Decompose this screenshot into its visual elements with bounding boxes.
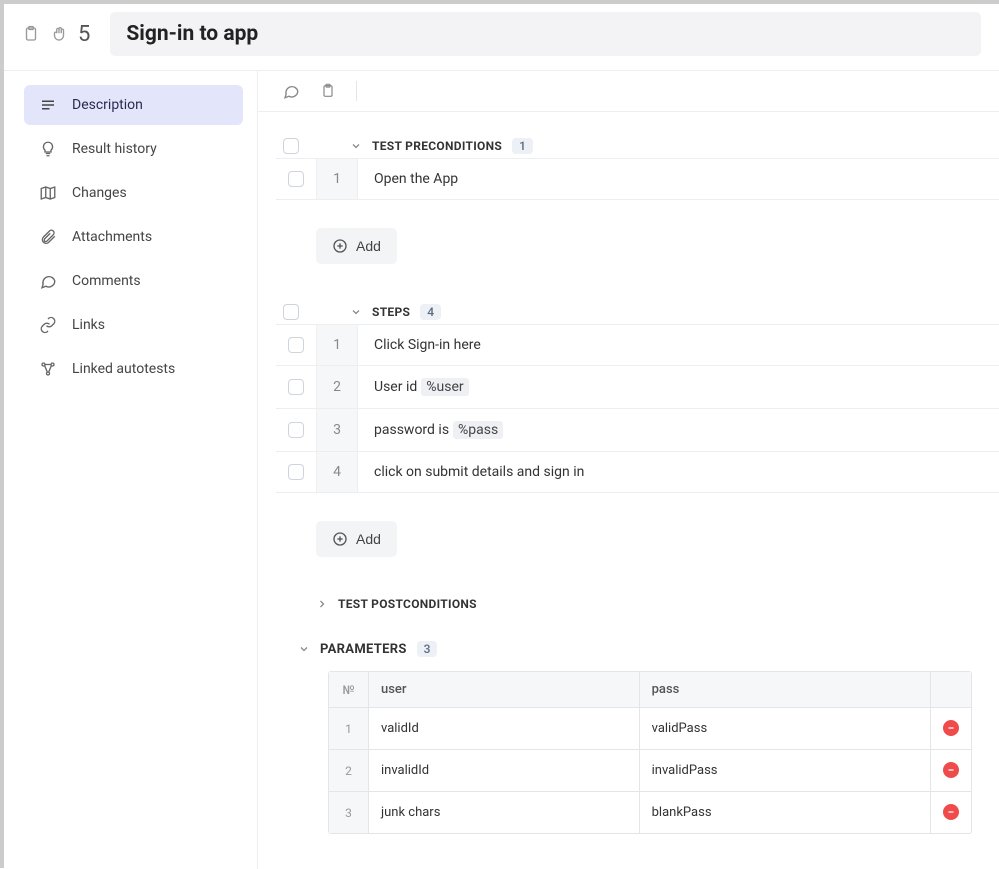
step-checkbox[interactable] [288, 171, 304, 187]
step-text: Click Sign-in here [358, 325, 999, 365]
row-num: 3 [329, 792, 369, 833]
row-pass[interactable]: invalidPass [640, 750, 931, 792]
col-pass[interactable]: pass [640, 672, 931, 708]
parameters-header: PARAMETERS 3 [298, 637, 999, 661]
add-label: Add [356, 531, 381, 547]
bulb-icon [38, 139, 58, 159]
step-checkbox[interactable] [288, 464, 304, 480]
step-row[interactable]: 2User id%user [276, 365, 999, 408]
row-user[interactable]: invalidId [369, 750, 640, 792]
clipboard-tab-icon[interactable] [320, 82, 336, 100]
parameters-title: PARAMETERS [320, 642, 407, 657]
graph-icon [38, 359, 58, 379]
chat-icon [38, 271, 58, 291]
toolbar-separator [356, 81, 357, 101]
add-label: Add [356, 238, 381, 254]
row-user[interactable]: validId [369, 708, 640, 750]
step-text: User id%user [358, 366, 999, 408]
steps-header: STEPS 4 [276, 300, 999, 324]
paperclip-icon [38, 227, 58, 247]
sidebar-item-description[interactable]: Description [24, 85, 243, 125]
row-user[interactable]: junk chars [369, 792, 640, 833]
map-icon [38, 183, 58, 203]
postconditions-title: TEST POSTCONDITIONS [338, 597, 477, 611]
sidebar-item-result-history[interactable]: Result history [24, 129, 243, 169]
sidebar: Description Result history Changes Attac… [4, 71, 258, 869]
step-number: 1 [316, 325, 358, 365]
sidebar-item-changes[interactable]: Changes [24, 173, 243, 213]
step-checkbox[interactable] [288, 379, 304, 395]
step-checkbox[interactable] [288, 337, 304, 353]
parameter-row[interactable]: 2invalidIdinvalidPass [329, 750, 971, 792]
row-pass[interactable]: blankPass [640, 792, 931, 833]
comment-tab-icon[interactable] [282, 82, 300, 100]
sidebar-item-label: Linked autotests [72, 361, 175, 377]
parameter-chip: %pass [453, 421, 503, 439]
row-pass[interactable]: validPass [640, 708, 931, 750]
sidebar-item-linked-autotests[interactable]: Linked autotests [24, 349, 243, 389]
col-action [931, 672, 971, 708]
row-num: 2 [329, 750, 369, 792]
plus-circle-icon [332, 531, 348, 547]
title-bar[interactable]: Sign-in to app [110, 12, 981, 56]
sidebar-item-links[interactable]: Links [24, 305, 243, 345]
step-number: 2 [316, 366, 358, 408]
sidebar-item-label: Description [72, 97, 143, 113]
parameter-chip: %user [421, 378, 468, 396]
step-text: click on submit details and sign in [358, 452, 999, 492]
col-num: № [329, 672, 369, 708]
step-row[interactable]: 4click on submit details and sign in [276, 451, 999, 493]
chevron-down-icon[interactable] [350, 306, 362, 318]
add-step-button[interactable]: Add [316, 521, 397, 557]
preconditions-count: 1 [512, 138, 533, 154]
hand-icon [50, 25, 68, 43]
parameter-row[interactable]: 1validIdvalidPass [329, 708, 971, 750]
sidebar-item-comments[interactable]: Comments [24, 261, 243, 301]
remove-row-button[interactable] [943, 720, 959, 736]
add-precondition-button[interactable]: Add [316, 228, 397, 264]
step-text: password is %pass [358, 409, 999, 451]
header: 5 Sign-in to app [4, 4, 999, 64]
steps-count: 4 [420, 304, 441, 320]
step-checkbox[interactable] [288, 422, 304, 438]
remove-row-button[interactable] [943, 762, 959, 778]
preconditions-checkbox[interactable] [283, 138, 299, 154]
page-title: Sign-in to app [126, 22, 965, 46]
steps-checkbox[interactable] [283, 304, 299, 320]
chain-icon [38, 315, 58, 335]
step-number: 1 [316, 159, 358, 199]
step-row[interactable]: 3password is %pass [276, 408, 999, 451]
plus-circle-icon [332, 238, 348, 254]
sidebar-item-label: Attachments [72, 229, 152, 245]
sidebar-item-label: Comments [72, 273, 141, 289]
step-number: 3 [316, 409, 358, 451]
header-icons: 5 [22, 22, 90, 47]
sidebar-item-label: Result history [72, 141, 157, 157]
sidebar-item-label: Links [72, 317, 105, 333]
chevron-right-icon[interactable] [316, 598, 328, 610]
postconditions-header[interactable]: TEST POSTCONDITIONS [316, 593, 999, 615]
preconditions-header: TEST PRECONDITIONS 1 [276, 134, 999, 158]
step-text: Open the App [358, 159, 999, 199]
chevron-down-icon[interactable] [350, 140, 362, 152]
steps-title: STEPS [372, 305, 410, 319]
parameters-count: 3 [417, 641, 438, 657]
main-content: TEST PRECONDITIONS 1 1 Open the App Add [258, 71, 999, 869]
test-id: 5 [78, 22, 90, 47]
parameter-row[interactable]: 3junk charsblankPass [329, 792, 971, 833]
sidebar-item-label: Changes [72, 185, 127, 201]
preconditions-title: TEST PRECONDITIONS [372, 139, 502, 153]
step-number: 4 [316, 452, 358, 492]
col-user[interactable]: user [369, 672, 640, 708]
parameters-table: № user pass 1validIdvalidPass2invalidIdi… [328, 671, 972, 834]
precondition-row[interactable]: 1 Open the App [276, 158, 999, 200]
sidebar-item-attachments[interactable]: Attachments [24, 217, 243, 257]
content-toolbar [258, 71, 999, 112]
lines-icon [38, 95, 58, 115]
remove-row-button[interactable] [943, 804, 959, 820]
chevron-down-icon[interactable] [298, 643, 310, 655]
row-num: 1 [329, 708, 369, 750]
step-row[interactable]: 1Click Sign-in here [276, 324, 999, 365]
clipboard-icon [22, 25, 40, 43]
